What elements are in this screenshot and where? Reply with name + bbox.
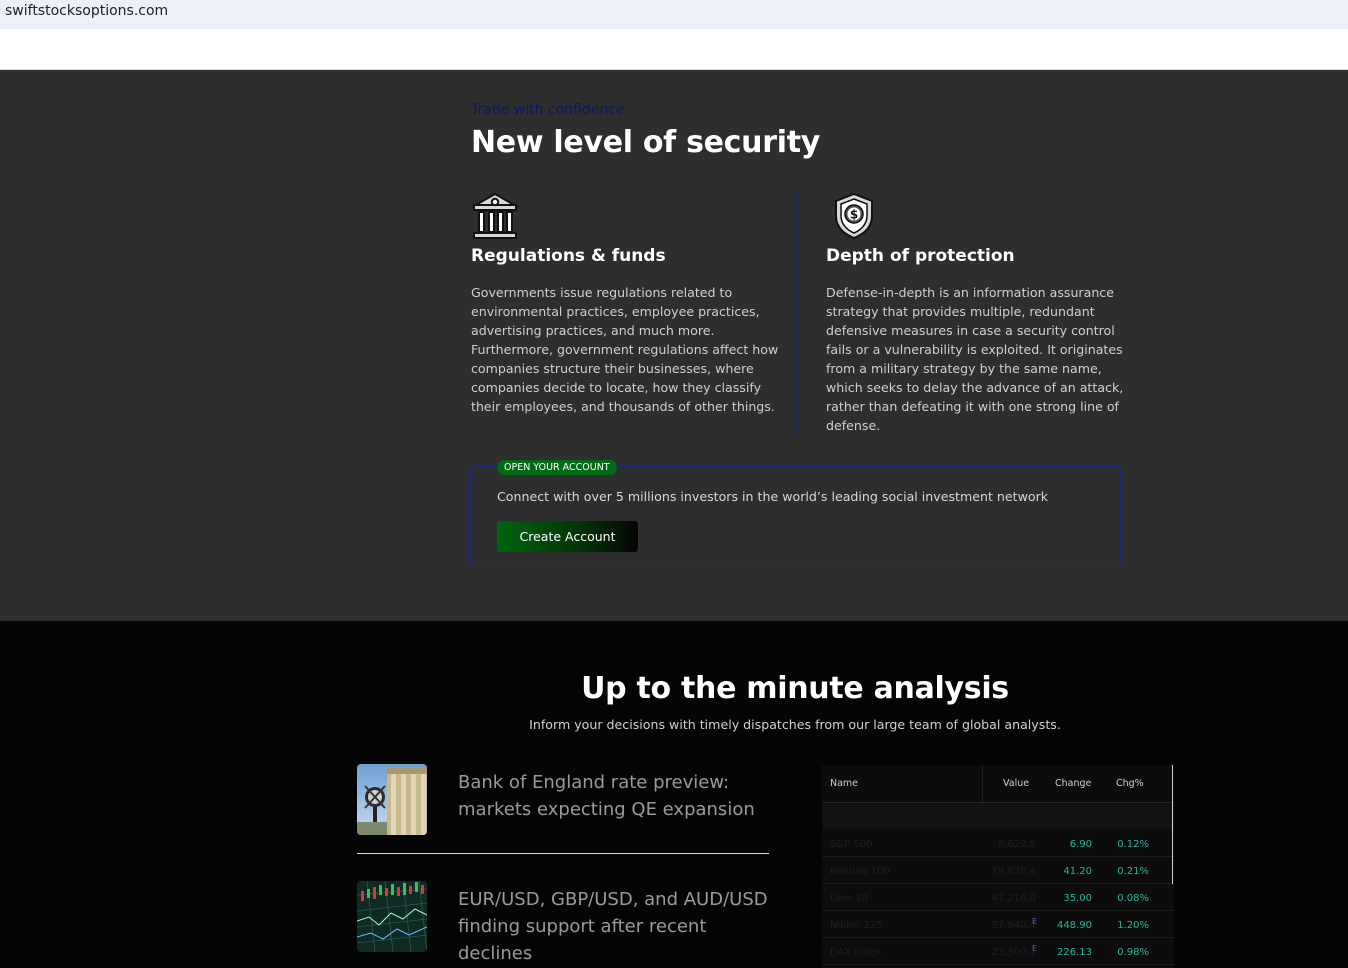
svg-text:$: $ bbox=[850, 208, 858, 222]
ticker-name: Dow 30 bbox=[830, 893, 868, 904]
ticker-change: 226.13 bbox=[1057, 947, 1092, 958]
ticker-row[interactable]: Nasdaq 100 19,820.4 41.20 0.21% bbox=[822, 857, 1174, 884]
section-eyebrow: Trade with confidence bbox=[471, 102, 625, 118]
news-divider bbox=[357, 853, 769, 854]
create-account-button[interactable]: Create Account bbox=[497, 521, 638, 552]
forex-chart-photo bbox=[357, 881, 427, 952]
analysis-title: Up to the minute analysis bbox=[581, 671, 1009, 706]
ticker-chg-pct: 0.08% bbox=[1117, 893, 1149, 904]
ticker-chg-pct: 1.20% bbox=[1117, 920, 1149, 931]
ticker-chg-pct: 0.21% bbox=[1117, 866, 1149, 877]
ticker-scroll-edge bbox=[1172, 765, 1173, 884]
market-ticker-widget[interactable]: Name Value Change Chg% S&P 500 5,622.5 6… bbox=[822, 765, 1174, 968]
ticker-row[interactable]: Dow 30 41,216.0 35.00 0.08% bbox=[822, 884, 1174, 911]
section-title: New level of security bbox=[471, 125, 820, 160]
site-header bbox=[0, 29, 1348, 70]
ticker-row[interactable]: DAX Index 23,300.1 E 226.13 0.98% bbox=[822, 938, 1174, 965]
ticker-value: 19,820.4 bbox=[991, 866, 1036, 877]
ticker-group-band bbox=[822, 804, 1174, 829]
analysis-section: Up to the minute analysis Inform your de… bbox=[0, 621, 1348, 968]
ticker-change: 6.90 bbox=[1069, 839, 1092, 850]
ticker-value: 5,622.5 bbox=[997, 839, 1036, 850]
news-title[interactable]: EUR/USD, GBP/USD, and AUD/USD finding su… bbox=[458, 886, 768, 967]
ticker-header: Name Value Change Chg% bbox=[822, 765, 1174, 803]
ticker-chg-pct: 0.12% bbox=[1117, 839, 1149, 850]
ticker-value: 37,840.4 bbox=[991, 920, 1036, 931]
bank-of-england-photo bbox=[357, 764, 427, 835]
ticker-header-value: Value bbox=[1003, 778, 1030, 789]
feature-protection: $ Depth of protection Defense-in-depth i… bbox=[826, 192, 1126, 435]
feature-title: Regulations & funds bbox=[471, 246, 666, 266]
ticker-marker: E bbox=[1032, 917, 1038, 926]
open-account-text: Connect with over 5 millions investors i… bbox=[497, 489, 1049, 504]
ticker-name: DAX Index bbox=[830, 947, 882, 958]
shield-dollar-icon: $ bbox=[835, 192, 873, 240]
ticker-row[interactable]: Nikkei 225 37,840.4 E 448.90 1.20% bbox=[822, 911, 1174, 938]
feature-text: Defense-in-depth is an information assur… bbox=[826, 285, 1124, 433]
feature-text: Governments issue regulations related to… bbox=[471, 285, 779, 414]
open-account-card: OPEN YOUR ACCOUNT Connect with over 5 mi… bbox=[470, 460, 1121, 568]
ticker-header-change: Change bbox=[1055, 778, 1092, 789]
url-text: swiftstocksoptions.com bbox=[5, 3, 169, 19]
ticker-name: Nasdaq 100 bbox=[830, 866, 890, 877]
ticker-marker: E bbox=[1032, 944, 1038, 953]
ticker-change: 448.90 bbox=[1057, 920, 1092, 931]
ticker-change: 41.20 bbox=[1063, 866, 1092, 877]
ticker-name: S&P 500 bbox=[830, 839, 873, 850]
feature-title: Depth of protection bbox=[826, 246, 1015, 266]
ticker-chg-pct: 0.98% bbox=[1117, 947, 1149, 958]
ticker-change: 35.00 bbox=[1063, 893, 1092, 904]
security-section: Trade with confidence New level of secur… bbox=[0, 70, 1348, 621]
ticker-value: 23,300.1 bbox=[991, 947, 1036, 958]
analysis-subtitle: Inform your decisions with timely dispat… bbox=[529, 717, 1061, 732]
feature-regulations: Regulations & funds Governments issue re… bbox=[471, 192, 781, 416]
ticker-header-name: Name bbox=[830, 778, 859, 789]
ticker-value: 41,216.0 bbox=[991, 893, 1036, 904]
address-bar[interactable]: swiftstocksoptions.com bbox=[0, 0, 1348, 29]
ticker-row[interactable]: S&P 500 5,622.5 6.90 0.12% bbox=[822, 830, 1174, 857]
ticker-name: Nikkei 225 bbox=[830, 920, 883, 931]
ticker-header-chg-pct: Chg% bbox=[1116, 778, 1144, 789]
bank-building-icon bbox=[471, 192, 519, 239]
news-title[interactable]: Bank of England rate preview: markets ex… bbox=[458, 769, 768, 823]
open-account-badge: OPEN YOUR ACCOUNT bbox=[497, 460, 617, 475]
feature-divider bbox=[796, 192, 797, 435]
